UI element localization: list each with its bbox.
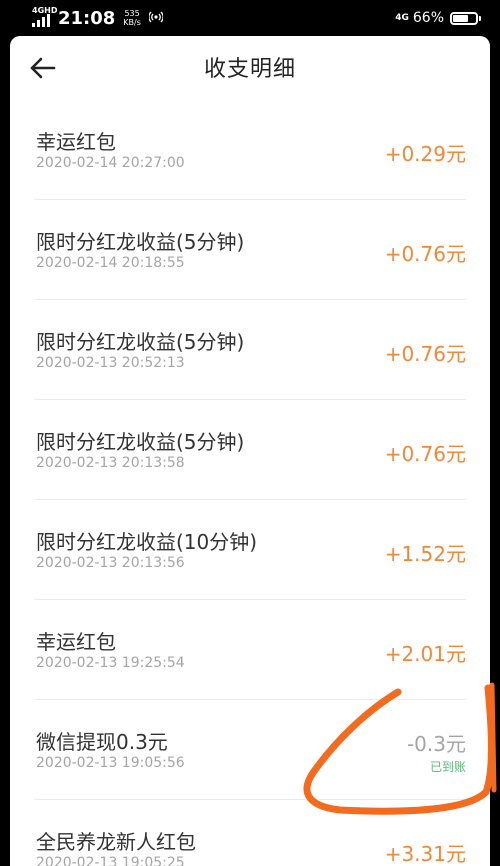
transaction-row[interactable]: 全民养龙新人红包 2020-02-13 19:05:25 +3.31元 bbox=[34, 800, 466, 866]
status-bar-right: 4G 66% bbox=[395, 0, 481, 36]
status-time: 21:08 bbox=[58, 7, 116, 29]
transaction-amount: +0.76元 bbox=[384, 442, 466, 466]
transaction-name: 限时分红龙收益(10分钟) bbox=[36, 530, 258, 554]
transaction-amount: +0.29元 bbox=[384, 142, 466, 166]
transaction-time: 2020-02-14 20:27:00 bbox=[36, 155, 185, 171]
transaction-amount: +2.01元 bbox=[384, 642, 466, 666]
network-speed: 535 KB/s bbox=[123, 9, 141, 27]
transaction-name: 限时分红龙收益(5分钟) bbox=[36, 230, 245, 254]
transaction-row[interactable]: 限时分红龙收益(10分钟) 2020-02-13 20:13:56 +1.52元 bbox=[34, 500, 466, 600]
page-title: 收支明细 bbox=[203, 57, 296, 82]
transaction-time: 2020-02-13 19:05:25 bbox=[36, 855, 185, 866]
transaction-time: 2020-02-13 20:13:58 bbox=[36, 455, 185, 471]
page-header: 收支明细 bbox=[10, 36, 490, 100]
battery-icon bbox=[450, 11, 481, 25]
phone-screen: 4GHD 21:08 535 KB/s 4G 66% 收支明细 幸运红包 202… bbox=[0, 0, 500, 866]
details-card: 收支明细 幸运红包 2020-02-14 20:27:00 +0.29元 限时分红龙收… bbox=[10, 36, 490, 866]
network-4g-label: 4G bbox=[395, 13, 409, 23]
transaction-name: 全民养龙新人红包 bbox=[36, 830, 196, 854]
transaction-time: 2020-02-14 20:18:55 bbox=[36, 255, 185, 271]
transaction-name: 限时分红龙收益(5分钟) bbox=[36, 330, 245, 354]
battery-fill bbox=[453, 14, 468, 22]
network-speed-value: 535 bbox=[124, 9, 140, 18]
hotspot-icon bbox=[148, 10, 164, 27]
battery-percent: 66% bbox=[412, 10, 444, 26]
transaction-row[interactable]: 限时分红龙收益(5分钟) 2020-02-13 20:52:13 +0.76元 bbox=[34, 300, 466, 400]
status-bar-left: 4GHD 21:08 535 KB/s bbox=[30, 7, 164, 29]
transaction-status: 已到账 bbox=[429, 760, 466, 774]
transaction-row[interactable]: 限时分红龙收益(5分钟) 2020-02-14 20:18:55 +0.76元 bbox=[34, 200, 466, 300]
network-speed-unit: KB/s bbox=[123, 18, 141, 27]
transaction-name: 幸运红包 bbox=[36, 630, 116, 654]
transaction-amount: +1.52元 bbox=[384, 542, 466, 566]
transaction-name: 限时分红龙收益(5分钟) bbox=[36, 430, 245, 454]
transaction-time: 2020-02-13 19:05:56 bbox=[36, 755, 185, 771]
transaction-time: 2020-02-13 19:25:54 bbox=[36, 655, 185, 671]
status-bar: 4GHD 21:08 535 KB/s 4G 66% bbox=[0, 0, 500, 36]
signal-icon: 4GHD bbox=[30, 7, 57, 29]
transaction-amount: +0.76元 bbox=[384, 242, 466, 266]
transaction-row[interactable]: 微信提现0.3元 2020-02-13 19:05:56 -0.3元已到账 bbox=[34, 700, 466, 800]
signal-bars bbox=[32, 14, 50, 27]
transaction-row[interactable]: 幸运红包 2020-02-13 19:25:54 +2.01元 bbox=[34, 600, 466, 700]
transaction-amount: +0.76元 bbox=[384, 342, 466, 366]
transaction-row[interactable]: 限时分红龙收益(5分钟) 2020-02-13 20:13:58 +0.76元 bbox=[34, 400, 466, 500]
transaction-name: 幸运红包 bbox=[36, 130, 116, 154]
transaction-amount: -0.3元 bbox=[406, 732, 466, 756]
transaction-time: 2020-02-13 20:13:56 bbox=[36, 555, 185, 571]
transaction-name: 微信提现0.3元 bbox=[36, 730, 168, 754]
transaction-time: 2020-02-13 20:52:13 bbox=[36, 355, 185, 371]
transaction-list: 幸运红包 2020-02-14 20:27:00 +0.29元 限时分红龙收益(5分钟… bbox=[10, 100, 490, 866]
transaction-row[interactable]: 幸运红包 2020-02-14 20:27:00 +0.29元 bbox=[34, 100, 466, 200]
transaction-amount: +3.31元 bbox=[384, 842, 466, 866]
